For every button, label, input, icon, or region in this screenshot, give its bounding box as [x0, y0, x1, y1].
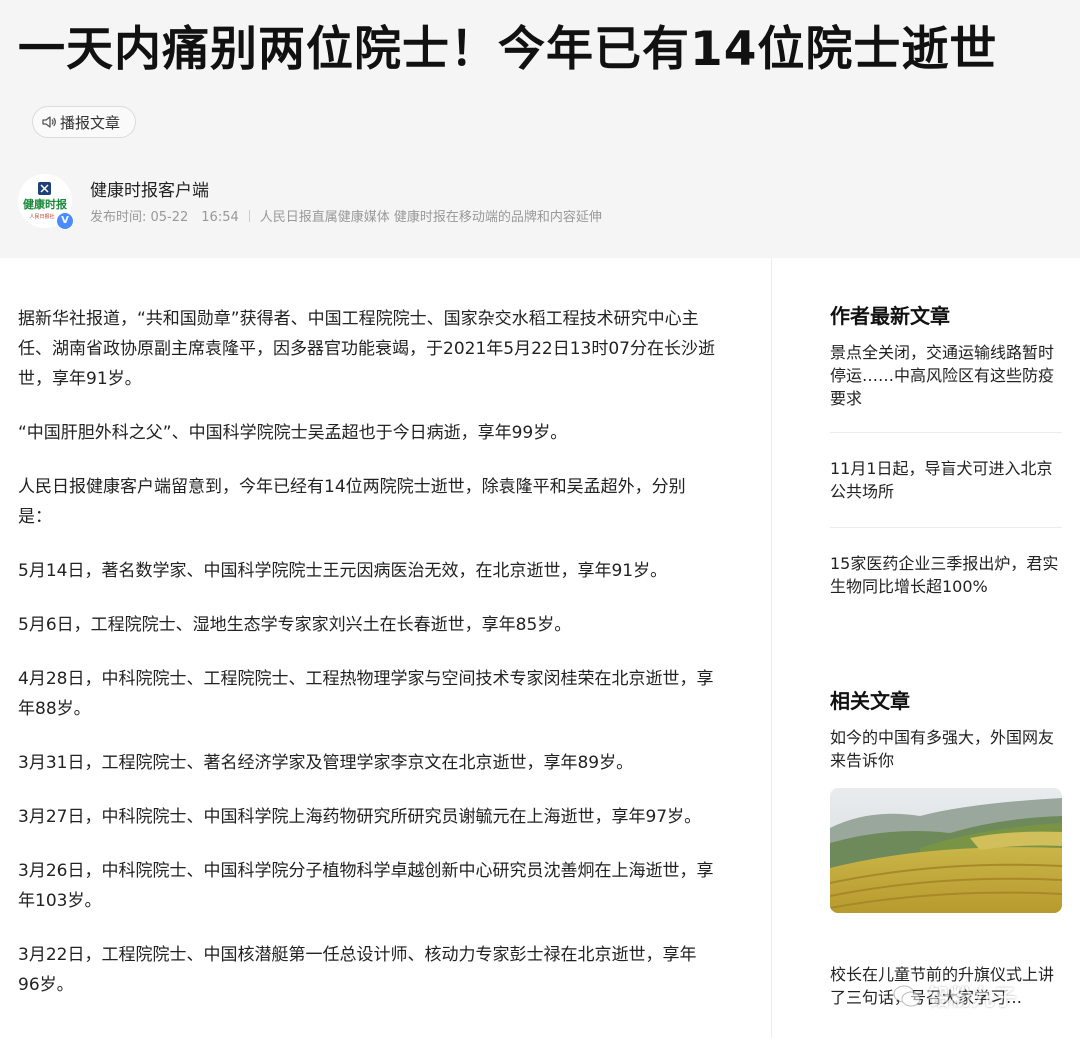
publish-info: 发布时间: 05-22 16:54 人民日报直属健康媒体 健康时报在移动端的品牌和…	[90, 206, 602, 225]
tts-button[interactable]: 播报文章	[32, 106, 136, 138]
article-title: 一天内痛别两位院士！今年已有14位院士逝世	[18, 22, 998, 77]
source-logo-text: 健康时报	[23, 197, 68, 211]
article-paragraph: 5月6日，工程院院士、湿地生态学专家家刘兴土在长春逝世，享年85岁。	[18, 615, 572, 635]
author-latest-title: 作者最新文章	[830, 304, 950, 328]
article-paragraph: 5月14日，著名数学家、中国科学院院士王元因病医治无效，在北京逝世，享年91岁。	[18, 561, 668, 581]
watermark-text: 铅粉九子	[928, 986, 1017, 1011]
wechat-icon	[893, 985, 921, 1007]
related-item[interactable]: 如今的中国有多强大，外国网友来告诉你	[830, 726, 1062, 772]
article-body: 据新华社报道，“共和国勋章”获得者、中国工程院院士、国家杂交水稻工程技术研究中心…	[18, 304, 718, 1024]
article-paragraph: 3月22日，工程院院士、中国核潜艇第一任总设计师、核动力专家彭士禄在北京逝世，享…	[18, 945, 697, 995]
article-paragraph: 3月27日，中科院院士、中国科学院上海药物研究所研究员谢毓元在上海逝世，享年97…	[18, 807, 702, 827]
column-divider	[771, 258, 772, 1038]
article-paragraph: 人民日报健康客户端留意到，今年已经有14位两院院士逝世，除袁隆平和吴孟超外，分别…	[18, 477, 686, 527]
author-latest-item[interactable]: 15家医药企业三季报出炉，君实生物同比增长超100%	[830, 552, 1062, 598]
source-description: 人民日报直属健康媒体 健康时报在移动端的品牌和内容延伸	[259, 210, 602, 225]
source-name[interactable]: 健康时报客户端	[90, 176, 209, 201]
tts-label: 播报文章	[60, 113, 121, 132]
verified-badge-icon: V	[56, 212, 74, 230]
sidebar: 作者最新文章 景点全关闭，交通运输线路暂时停运……中高风险区有这些防疫要求 11…	[830, 258, 1062, 1009]
source-logo-subtext: 人民日报社	[29, 213, 54, 220]
related-article-thumbnail[interactable]	[830, 788, 1062, 913]
watermark: 铅粉九子	[892, 974, 1080, 1018]
article-paragraph: 3月31日，工程院院士、著名经济学家及管理学家李京文在北京逝世，享年89岁。	[18, 753, 634, 773]
article-paragraph: 4月28日，中科院院士、工程院院士、工程热物理学家与空间技术专家闵桂荣在北京逝世…	[18, 669, 714, 719]
publish-time: 发布时间: 05-22 16:54	[90, 210, 239, 225]
speaker-icon	[42, 116, 56, 128]
sidebar-divider	[830, 527, 1062, 528]
article-paragraph: “中国肝胆外科之父”、中国科学院院士吴孟超也于今日病逝，享年99岁。	[18, 423, 568, 443]
info-separator	[248, 210, 250, 222]
author-latest-item[interactable]: 景点全关闭，交通运输线路暂时停运……中高风险区有这些防疫要求	[830, 341, 1062, 410]
sidebar-divider	[830, 432, 1062, 433]
article-header: 一天内痛别两位院士！今年已有14位院士逝世 播报文章 健康时报 人民日报社 V …	[0, 0, 1080, 258]
article-paragraph: 据新华社报道，“共和国勋章”获得者、中国工程院院士、国家杂交水稻工程技术研究中心…	[18, 309, 715, 389]
related-title: 相关文章	[830, 689, 910, 713]
author-latest-item[interactable]: 11月1日起，导盲犬可进入北京公共场所	[830, 457, 1062, 503]
article-paragraph: 3月26日，中科院院士、中国科学院分子植物科学卓越创新中心研究员沈善炯在上海逝世…	[18, 861, 714, 911]
